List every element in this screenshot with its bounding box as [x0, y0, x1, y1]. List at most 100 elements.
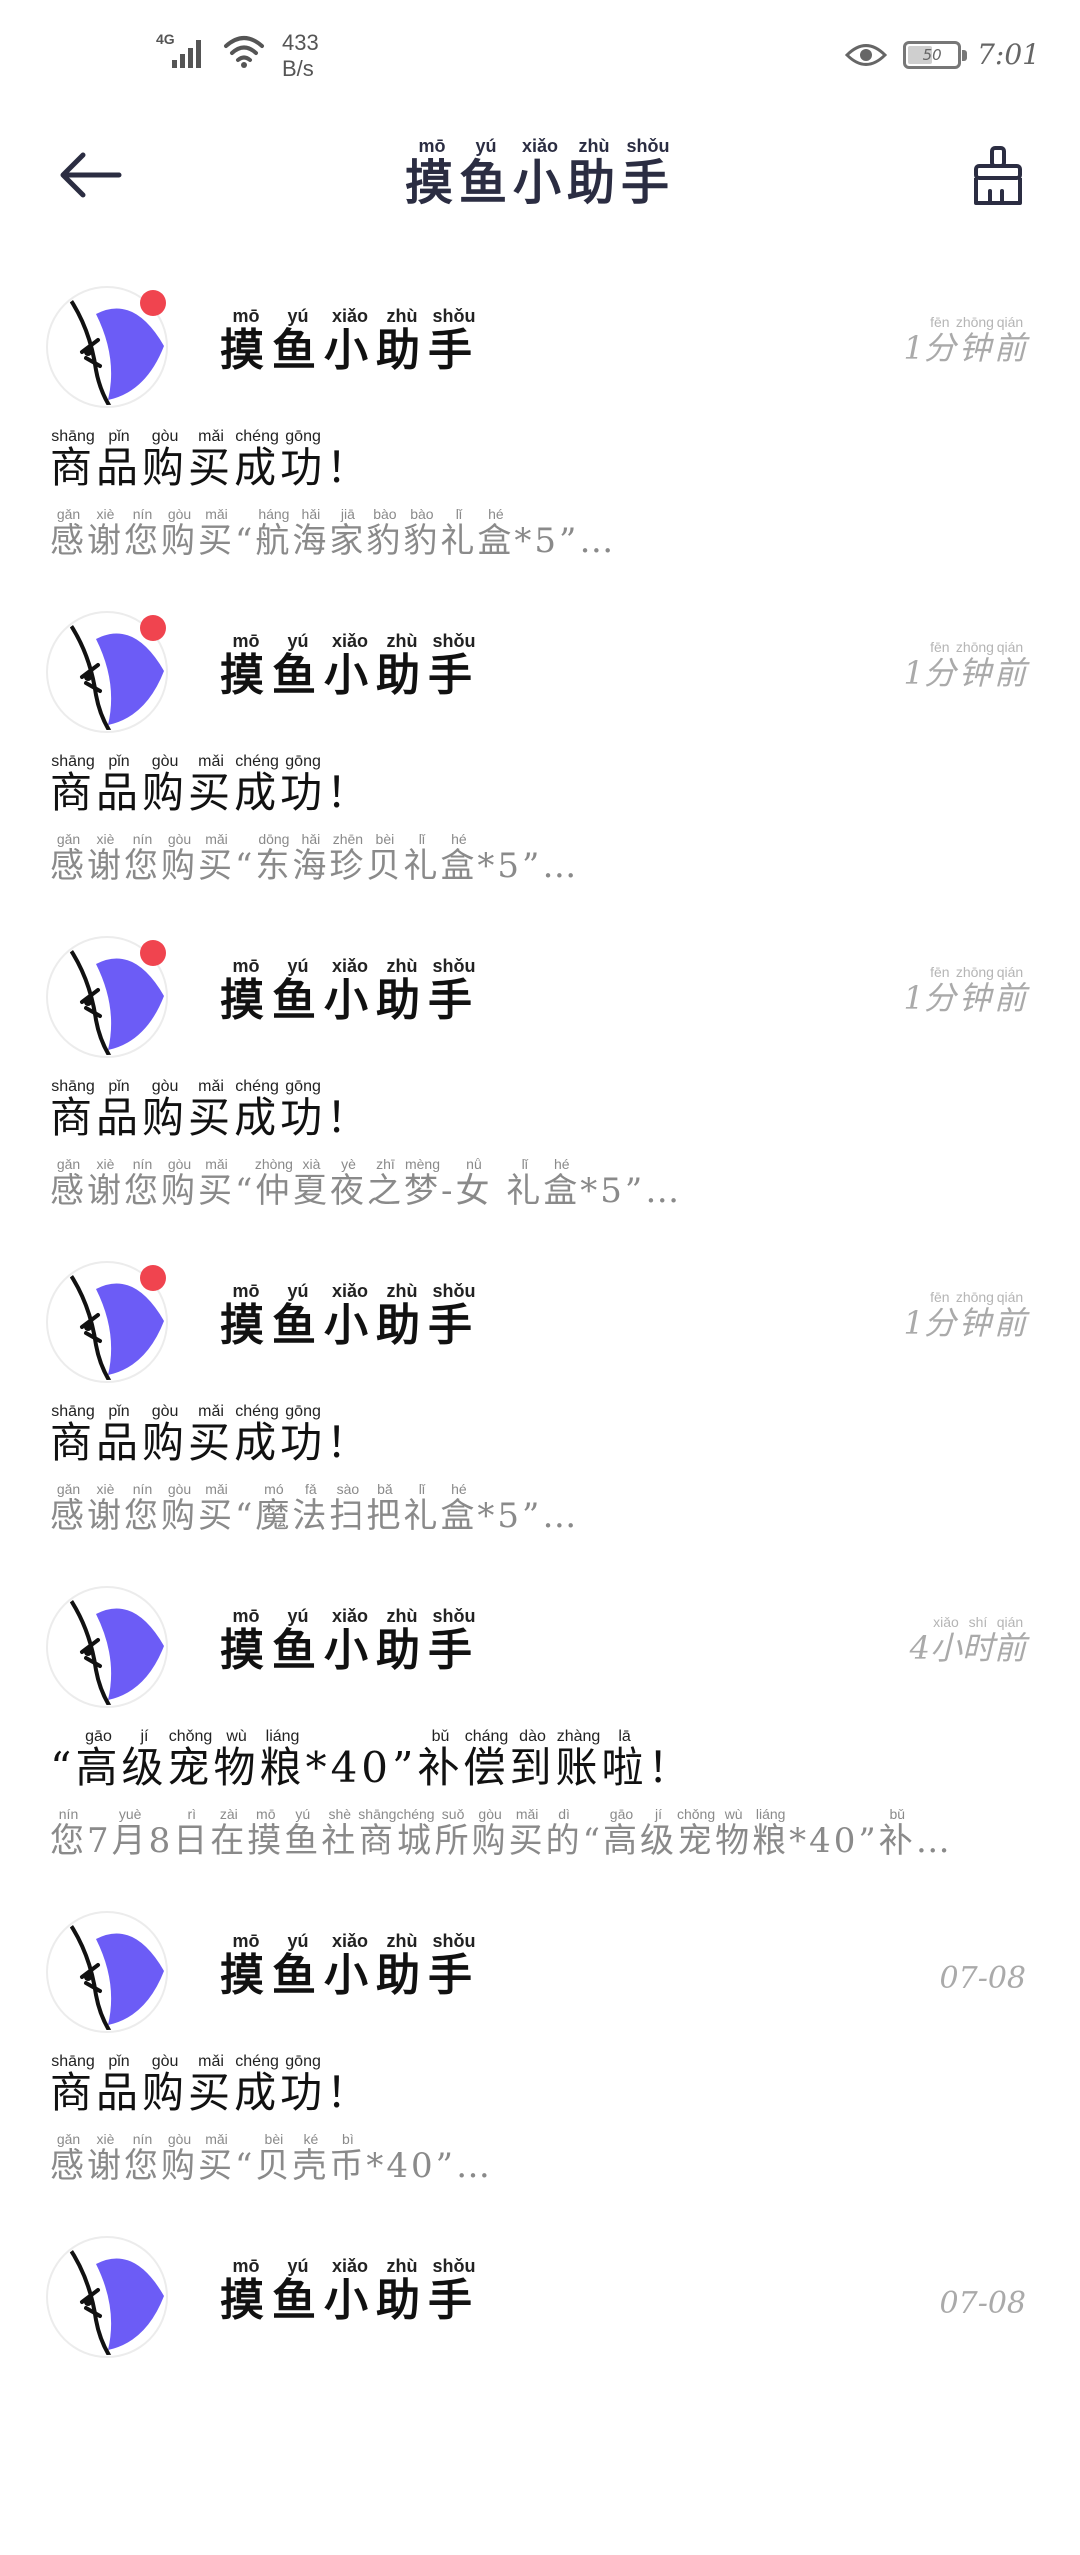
ruby-char: 小xiǎo: [324, 631, 376, 701]
char: 小: [324, 1950, 376, 2001]
ruby-char: 小xiǎo: [513, 136, 567, 211]
char: 航: [255, 521, 293, 561]
pinyin: yú: [284, 1808, 322, 1822]
plain-char: “: [235, 1496, 256, 1536]
ruby-char: 谢xiè: [87, 1158, 124, 1211]
pinyin: mǎi: [188, 1078, 235, 1095]
pinyin: lā: [601, 1728, 648, 1745]
char: 前: [993, 979, 1026, 1017]
pinyin: gòu: [142, 2053, 189, 2070]
char: 礼: [403, 1496, 441, 1536]
char: 助: [376, 650, 428, 701]
ruby-char: 购gòu: [161, 1483, 198, 1536]
char: 日: [173, 1821, 211, 1861]
char: 小: [929, 1629, 962, 1667]
pinyin: gòu: [161, 1158, 198, 1172]
message-item[interactable]: 摸mō鱼yú小xiǎo助zhù手shǒu 07-08: [0, 2230, 1080, 2555]
pinyin: fēn: [923, 964, 956, 980]
ruby-char: 助zhù: [376, 631, 428, 701]
pinyin: yú: [458, 136, 513, 156]
plain-char: 4: [909, 1629, 930, 1667]
ruby-char: 商shāng: [50, 428, 96, 492]
char: 购: [161, 846, 198, 886]
pinyin: gǎn: [50, 2133, 87, 2147]
char: 在: [210, 1821, 248, 1861]
ruby-char: 梦mèng: [404, 1158, 441, 1211]
ruby-char: 摸mō: [220, 1931, 272, 2001]
message-time-text: 1分fēn钟zhōng前qián: [903, 314, 1026, 367]
message-item[interactable]: 摸mō鱼yú小xiǎo助zhù手shǒu 1分fēn钟zhōng前qián 商shā…: [0, 930, 1080, 1255]
message-time-text: 1分fēn钟zhōng前qián: [903, 639, 1026, 692]
message-preview-text: 您nín7月yuè8日rì在zài摸mō鱼yú社shè商shāng城chéng所…: [50, 1808, 953, 1861]
unread-dot: [140, 940, 166, 966]
pinyin: mǎi: [188, 753, 235, 770]
char: 小: [324, 1625, 376, 1676]
char: 级: [639, 1821, 677, 1861]
ruby-char: 魔mó: [255, 1483, 292, 1536]
ruby-char: 购gòu: [161, 508, 198, 561]
ruby-char: 感gǎn: [50, 1483, 87, 1536]
pinyin: zhōng: [955, 314, 994, 330]
pinyin: gòu: [161, 1483, 198, 1497]
char: 家: [329, 521, 367, 561]
pinyin: yú: [272, 1606, 324, 1626]
pinyin: xiǎo: [512, 136, 567, 156]
ruby-char: 手shǒu: [428, 306, 480, 376]
pinyin: wù: [213, 1728, 260, 1745]
ruby-char: 品pǐn: [96, 1078, 142, 1142]
char: 品: [96, 768, 143, 817]
pinyin: zhàng: [555, 1728, 602, 1745]
sender-name-text: 摸mō鱼yú小xiǎo助zhù手shǒu: [220, 2256, 480, 2326]
message-time: 1分fēn钟zhōng前qián: [903, 964, 1026, 1019]
pinyin: yú: [272, 2256, 324, 2276]
char: 商: [358, 1821, 397, 1861]
message-preview: 感gǎn谢xiè您nín购gòu买mǎi“航háng海hǎi家jiā豹bào豹b…: [50, 508, 1040, 562]
char: 东: [255, 846, 293, 886]
char: 购: [142, 1418, 189, 1467]
plain-char: 1: [903, 329, 924, 367]
message-item[interactable]: 摸mō鱼yú小xiǎo助zhù手shǒu 1分fēn钟zhōng前qián 商shā…: [0, 605, 1080, 930]
char: 购: [161, 1496, 198, 1536]
ruby-char: 啦lā: [602, 1728, 648, 1792]
char: 商: [50, 1418, 97, 1467]
char: 前: [993, 1629, 1026, 1667]
pinyin: liáng: [752, 1808, 790, 1822]
message-title-text: 商shāng品pǐn购gòu买mǎi成chéng功gōng！: [50, 1078, 372, 1142]
ruby-char: 钟zhōng: [956, 314, 994, 367]
pinyin: gǎn: [50, 833, 87, 847]
message-title: 商shāng品pǐn购gòu买mǎi成chéng功gōng！: [50, 1078, 372, 1145]
status-right: 50 7:01: [845, 38, 1040, 71]
char: 助: [376, 1625, 428, 1676]
message-item[interactable]: 摸mō鱼yú小xiǎo助zhù手shǒu 1分fēn钟zhōng前qián 商shā…: [0, 280, 1080, 605]
ruby-char: 之zhī: [367, 1158, 404, 1211]
char: 感: [50, 1171, 87, 1211]
char: 助: [567, 155, 622, 211]
pinyin: shǒu: [428, 2256, 480, 2276]
char: 感: [50, 521, 87, 561]
char: 级: [121, 1743, 168, 1792]
unread-dot: [140, 615, 166, 641]
pinyin: xiǎo: [324, 2256, 376, 2276]
char: 感: [50, 2146, 87, 2186]
ruby-char: 礼lǐ: [506, 1158, 543, 1211]
ruby-char: 您nín: [124, 1158, 161, 1211]
pinyin: lǐ: [506, 1158, 544, 1172]
message-item[interactable]: 摸mō鱼yú小xiǎo助zhù手shǒu 07-08 商shāng品pǐn购gòu买…: [0, 1905, 1080, 2230]
ruby-char: 的dì: [546, 1808, 583, 1861]
message-time-text: 1分fēn钟zhōng前qián: [903, 1289, 1026, 1342]
pinyin: shāng: [358, 1808, 397, 1822]
pinyin: mō: [220, 631, 272, 651]
clear-messages-button[interactable]: [960, 138, 1036, 214]
ruby-char: 小xiǎo: [324, 1606, 376, 1676]
char: 豹: [403, 521, 441, 561]
char: 成: [234, 1418, 281, 1467]
message-item[interactable]: 摸mō鱼yú小xiǎo助zhù手shǒu 4小xiǎo时shí前qián “高gāo…: [0, 1580, 1080, 1905]
pinyin: bào: [403, 508, 441, 522]
message-item[interactable]: 摸mō鱼yú小xiǎo助zhù手shǒu 1分fēn钟zhōng前qián 商shā…: [0, 1255, 1080, 1580]
pinyin: shǒu: [428, 306, 480, 326]
ruby-char: 鱼yú: [272, 631, 324, 701]
pinyin: dōng: [255, 833, 293, 847]
pinyin: xiè: [87, 1158, 124, 1172]
char: 助: [376, 2275, 428, 2326]
message-title-text: 商shāng品pǐn购gòu买mǎi成chéng功gōng！: [50, 428, 372, 492]
